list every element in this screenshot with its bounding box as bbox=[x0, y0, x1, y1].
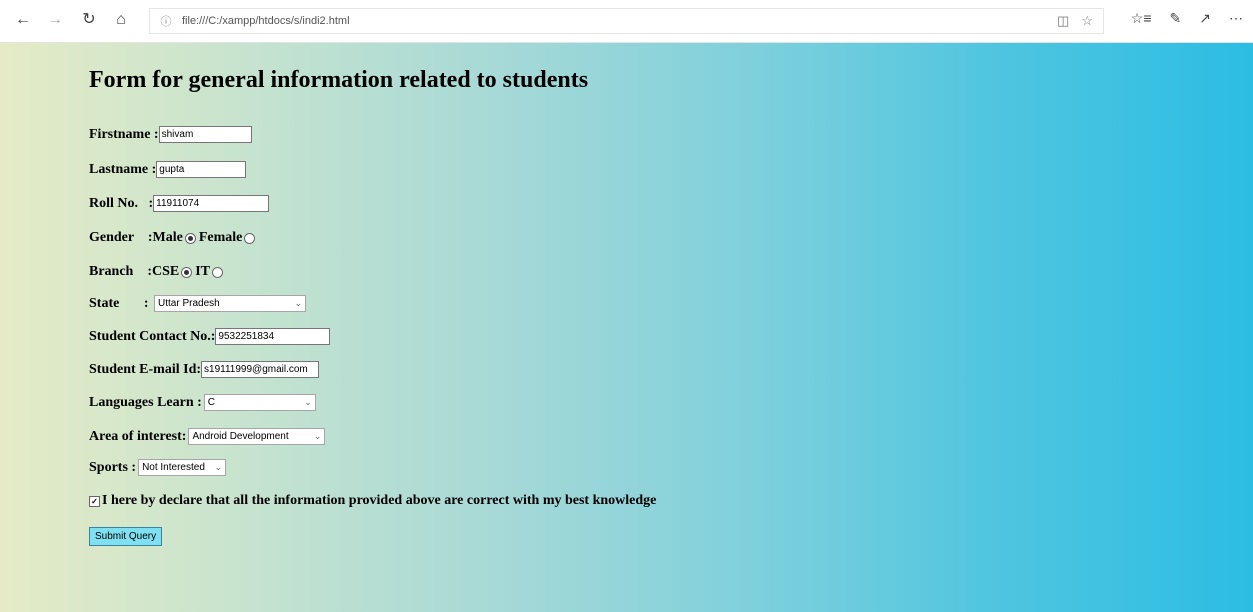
state-select-value: Uttar Pradesh bbox=[158, 298, 220, 309]
chevron-down-icon: ⌄ bbox=[214, 462, 223, 472]
branch-cse-radio[interactable] bbox=[181, 266, 193, 278]
lastname-label: Lastname : bbox=[89, 161, 157, 177]
pen-icon[interactable]: ✎ bbox=[1170, 10, 1182, 27]
rollno-input[interactable] bbox=[153, 195, 270, 212]
state-row: State : Uttar Pradesh ⌄ bbox=[89, 295, 306, 312]
branch-it-label: IT bbox=[195, 264, 211, 279]
email-row: Student E-mail Id: bbox=[89, 361, 320, 378]
rollno-label: Roll No. : bbox=[89, 195, 154, 211]
address-bar[interactable]: ⓘ file:///C:/xampp/htdocs/s/indi2.html ◫… bbox=[149, 8, 1104, 34]
branch-it-radio[interactable] bbox=[212, 266, 224, 278]
rollno-row: Roll No. : bbox=[89, 195, 270, 212]
gender-label: Gender : bbox=[89, 230, 153, 245]
declaration-checkbox[interactable]: ✓ bbox=[89, 495, 100, 507]
interest-row: Area of interest: Android Development ⌄ bbox=[89, 428, 326, 445]
favorites-icon[interactable]: ☆≡ bbox=[1131, 10, 1152, 27]
gender-female-label: Female bbox=[198, 230, 243, 245]
interest-select-value: Android Development bbox=[192, 431, 289, 442]
url-text[interactable]: file:///C:/xampp/htdocs/s/indi2.html bbox=[182, 15, 350, 27]
firstname-row: Firstname : bbox=[89, 126, 252, 143]
interest-select[interactable]: Android Development ⌄ bbox=[188, 428, 326, 445]
gender-row: Gender : Male Female bbox=[89, 230, 258, 246]
contact-row: Student Contact No.: bbox=[89, 328, 331, 345]
sports-select-value: Not Interested bbox=[142, 462, 205, 473]
gender-female-radio[interactable] bbox=[244, 232, 256, 244]
gender-male-label: Male bbox=[152, 230, 183, 245]
languages-select[interactable]: C ⌄ bbox=[203, 394, 316, 411]
sports-label: Sports : bbox=[89, 459, 137, 475]
contact-input[interactable] bbox=[215, 328, 331, 345]
gender-male-radio[interactable] bbox=[184, 232, 196, 244]
page-content: Form for general information related to … bbox=[0, 43, 1253, 612]
home-icon[interactable]: ⌂ bbox=[110, 9, 132, 31]
browser-toolbar: ← → ↻ ⌂ ⓘ file:///C:/xampp/htdocs/s/indi… bbox=[0, 0, 1253, 43]
submit-button[interactable]: Submit Query bbox=[89, 527, 163, 546]
favorite-star-icon[interactable]: ☆ bbox=[1081, 13, 1093, 29]
share-icon[interactable]: ↗ bbox=[1199, 10, 1211, 27]
chevron-down-icon: ⌄ bbox=[294, 298, 302, 308]
lastname-row: Lastname : bbox=[89, 161, 247, 178]
more-icon[interactable]: ⋯ bbox=[1229, 10, 1243, 27]
languages-label: Languages Learn : bbox=[89, 394, 202, 410]
languages-row: Languages Learn : C ⌄ bbox=[89, 394, 316, 411]
chevron-down-icon: ⌄ bbox=[313, 431, 322, 441]
email-label: Student E-mail Id: bbox=[89, 361, 202, 377]
forward-icon[interactable]: → bbox=[44, 9, 66, 31]
interest-label: Area of interest: bbox=[89, 428, 187, 444]
email-input[interactable] bbox=[201, 361, 320, 378]
firstname-input[interactable] bbox=[158, 126, 252, 143]
back-icon[interactable]: ← bbox=[12, 9, 34, 31]
firstname-label: Firstname : bbox=[89, 126, 159, 142]
branch-cse-label: CSE bbox=[152, 264, 180, 279]
state-select[interactable]: Uttar Pradesh ⌄ bbox=[154, 295, 306, 312]
declaration-row: ✓ I here by declare that all the informa… bbox=[89, 493, 656, 509]
chevron-down-icon: ⌄ bbox=[304, 397, 312, 407]
reading-view-icon[interactable]: ◫ bbox=[1057, 13, 1069, 29]
info-icon[interactable]: ⓘ bbox=[158, 13, 174, 29]
refresh-icon[interactable]: ↻ bbox=[78, 9, 100, 31]
branch-row: Branch : CSE IT bbox=[89, 264, 226, 280]
sports-row: Sports : Not Interested ⌄ bbox=[89, 459, 227, 476]
lastname-input[interactable] bbox=[156, 161, 247, 178]
state-label: State : bbox=[89, 295, 152, 311]
declaration-label: I here by declare that all the informati… bbox=[102, 493, 657, 508]
languages-select-value: C bbox=[207, 397, 216, 408]
branch-label: Branch : bbox=[89, 264, 152, 279]
page-title: Form for general information related to … bbox=[89, 67, 589, 93]
contact-label: Student Contact No.: bbox=[89, 328, 216, 344]
sports-select[interactable]: Not Interested ⌄ bbox=[138, 459, 227, 476]
